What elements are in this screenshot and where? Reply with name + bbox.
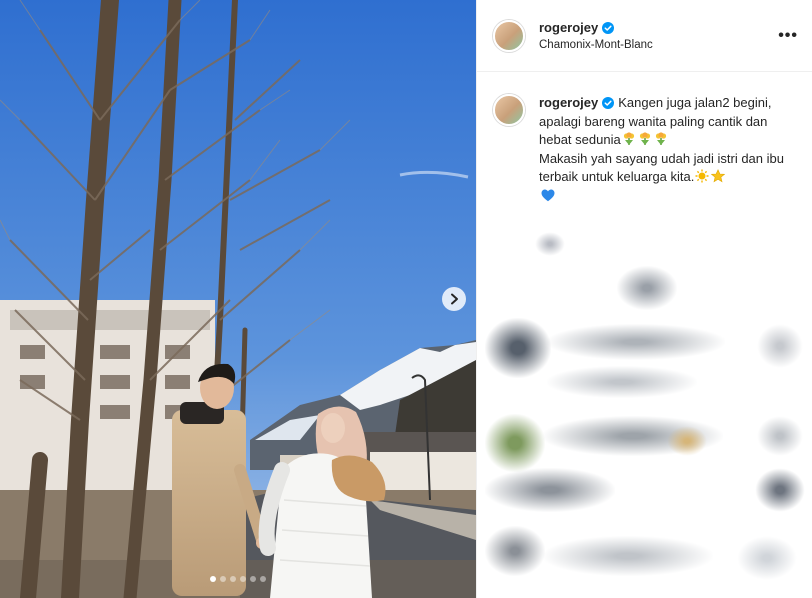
carousel-dot — [210, 576, 216, 582]
star-emoji — [711, 169, 726, 183]
carousel-dot — [240, 576, 246, 582]
avatar[interactable] — [493, 19, 525, 52]
comment-blurred — [667, 426, 707, 456]
comments-section — [477, 206, 812, 598]
tulip-bouquet-emoji — [655, 132, 666, 145]
more-options-icon[interactable]: ••• — [778, 27, 798, 45]
comment-blurred — [485, 526, 545, 576]
avatar[interactable] — [493, 94, 525, 126]
comment-blurred — [485, 414, 545, 472]
tulip-bouquet-emoji — [639, 132, 650, 145]
carousel-next-button[interactable] — [442, 287, 466, 311]
comment-blurred — [617, 266, 677, 310]
carousel-dot — [260, 576, 266, 582]
comment-blurred — [547, 366, 697, 398]
caption-line-2: Makasih yah sayang udah jadi istri dan i… — [539, 150, 784, 185]
blue-heart-emoji — [541, 188, 555, 201]
location-link[interactable]: Chamonix-Mont-Blanc — [539, 39, 778, 51]
carousel-dot — [250, 576, 256, 582]
carousel-dot — [230, 576, 236, 582]
comment-blurred — [535, 232, 565, 256]
post-caption: rogerojey Kangen juga jalan2 begini, apal… — [477, 72, 812, 206]
comment-blurred — [755, 468, 805, 512]
sun-emoji — [695, 169, 709, 183]
chevron-right-icon — [451, 293, 458, 305]
comment-blurred — [547, 324, 725, 360]
instagram-post: rogerojey Chamonix-Mont-Blanc ••• rogero… — [0, 0, 812, 598]
comment-blurred — [757, 416, 803, 456]
post-header: rogerojey Chamonix-Mont-Blanc ••• — [477, 0, 812, 72]
verified-badge-icon — [602, 97, 615, 109]
comment-blurred — [485, 468, 615, 512]
carousel-dot — [220, 576, 226, 582]
carousel-indicator — [0, 576, 476, 582]
post-media[interactable] — [0, 0, 476, 598]
comment-blurred — [485, 318, 551, 378]
comment-blurred — [757, 324, 803, 368]
comment-blurred — [737, 536, 797, 580]
tulip-bouquet-emoji — [623, 132, 634, 145]
caption-text: rogerojey Kangen juga jalan2 begini, apal… — [539, 94, 793, 206]
verified-badge-icon — [602, 21, 615, 34]
caption-username-link[interactable]: rogerojey — [539, 95, 598, 110]
post-photo — [0, 0, 476, 598]
username-link[interactable]: rogerojey — [539, 20, 598, 35]
post-sidebar: rogerojey Chamonix-Mont-Blanc ••• rogero… — [476, 0, 812, 598]
comment-blurred — [543, 536, 713, 576]
